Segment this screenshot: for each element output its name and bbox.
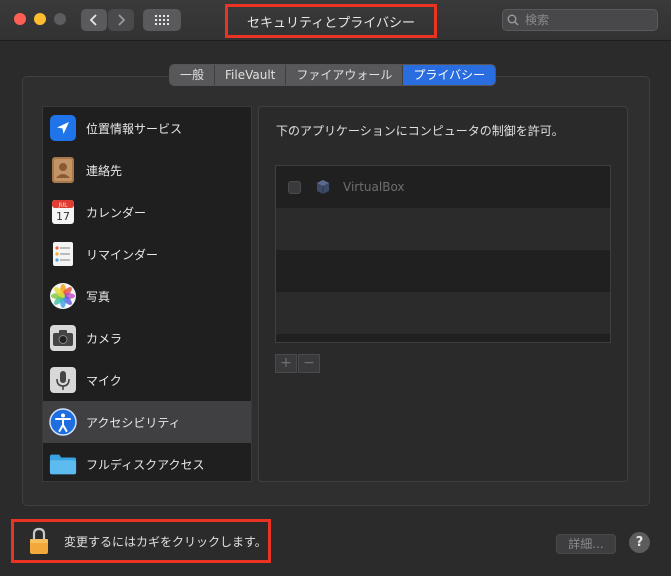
- sidebar-item-accessibility[interactable]: アクセシビリティ: [43, 401, 251, 443]
- sidebar-item-contacts[interactable]: 連絡先: [43, 149, 251, 191]
- sidebar-item-location-services[interactable]: 位置情報サービス: [43, 107, 251, 149]
- list-item: [276, 292, 610, 334]
- tab-general[interactable]: 一般: [170, 65, 216, 85]
- location-icon: [49, 114, 77, 142]
- sidebar-item-calendar[interactable]: JUL 17 カレンダー: [43, 191, 251, 233]
- search-input[interactable]: [523, 12, 647, 28]
- app-name: VirtualBox: [343, 180, 405, 194]
- contacts-icon: [49, 156, 77, 184]
- add-app-button[interactable]: +: [275, 354, 297, 373]
- accessibility-icon: [49, 408, 77, 436]
- sidebar-item-label: 写真: [86, 289, 111, 304]
- sidebar-item-photos[interactable]: 写真: [43, 275, 251, 317]
- sidebar-item-label: 連絡先: [86, 163, 123, 178]
- list-item[interactable]: VirtualBox: [276, 166, 610, 208]
- sidebar-item-full-disk-access[interactable]: フルディスクアクセス: [43, 443, 251, 481]
- window-title: セキュリティとプライバシー: [225, 4, 437, 38]
- calendar-icon: JUL 17: [49, 198, 77, 226]
- list-item: [276, 250, 610, 292]
- sidebar-item-label: 位置情報サービス: [86, 121, 183, 136]
- help-button[interactable]: ?: [629, 532, 650, 553]
- tab-bar: 一般 FileVault ファイアウォール プライバシー: [169, 64, 497, 86]
- tab-filevault[interactable]: FileVault: [215, 65, 287, 85]
- details-button[interactable]: 詳細...: [556, 534, 616, 554]
- sidebar-item-microphone[interactable]: マイク: [43, 359, 251, 401]
- sidebar-item-label: マイク: [86, 373, 122, 388]
- lock-icon[interactable]: [28, 526, 50, 556]
- accessibility-pane: 下のアプリケーションにコンピュータの制御を許可。 VirtualBox + −: [258, 106, 628, 482]
- forward-button[interactable]: [108, 9, 134, 31]
- minimize-button[interactable]: [34, 13, 46, 25]
- search-icon: [507, 14, 519, 26]
- app-checkbox[interactable]: [288, 180, 301, 194]
- back-button[interactable]: [81, 9, 107, 31]
- tab-privacy[interactable]: プライバシー: [403, 65, 496, 85]
- camera-icon: [49, 324, 77, 352]
- list-item: [276, 334, 610, 342]
- show-all-button[interactable]: [143, 9, 181, 31]
- reminders-icon: [49, 240, 77, 268]
- chevron-right-icon: [118, 14, 126, 26]
- calendar-day: 17: [56, 210, 70, 223]
- microphone-icon: [49, 366, 77, 394]
- lock-message: 変更するにはカギをクリックします。: [64, 534, 267, 549]
- privacy-category-list: 位置情報サービス 連絡先 JUL 17 カレンダー リマインダー 写真 カメラ …: [42, 106, 252, 482]
- chevron-left-icon: [89, 14, 97, 26]
- tab-firewall[interactable]: ファイアウォール: [286, 65, 404, 85]
- sidebar-item-label: カメラ: [86, 331, 123, 346]
- close-button[interactable]: [14, 13, 26, 25]
- zoom-button[interactable]: [54, 13, 66, 25]
- sidebar-item-reminders[interactable]: リマインダー: [43, 233, 251, 275]
- lock-area[interactable]: 変更するにはカギをクリックします。: [11, 519, 271, 563]
- app-list: VirtualBox: [275, 165, 611, 343]
- sidebar-item-label: アクセシビリティ: [86, 415, 181, 430]
- folder-icon: [49, 450, 77, 478]
- add-remove-controls: + −: [275, 354, 320, 373]
- title-bar: セキュリティとプライバシー: [0, 0, 671, 41]
- remove-app-button[interactable]: −: [298, 354, 320, 373]
- search-field[interactable]: [502, 9, 658, 31]
- sidebar-item-camera[interactable]: カメラ: [43, 317, 251, 359]
- virtualbox-icon: [317, 180, 329, 194]
- sidebar-item-label: リマインダー: [86, 247, 159, 262]
- sidebar-item-label: カレンダー: [86, 205, 147, 220]
- sidebar-item-label: フルディスクアクセス: [86, 457, 205, 472]
- photos-icon: [49, 282, 77, 310]
- list-item: [276, 208, 610, 250]
- pane-description: 下のアプリケーションにコンピュータの制御を許可。: [276, 124, 564, 138]
- grid-icon: [155, 15, 169, 25]
- calendar-month: JUL: [58, 203, 69, 209]
